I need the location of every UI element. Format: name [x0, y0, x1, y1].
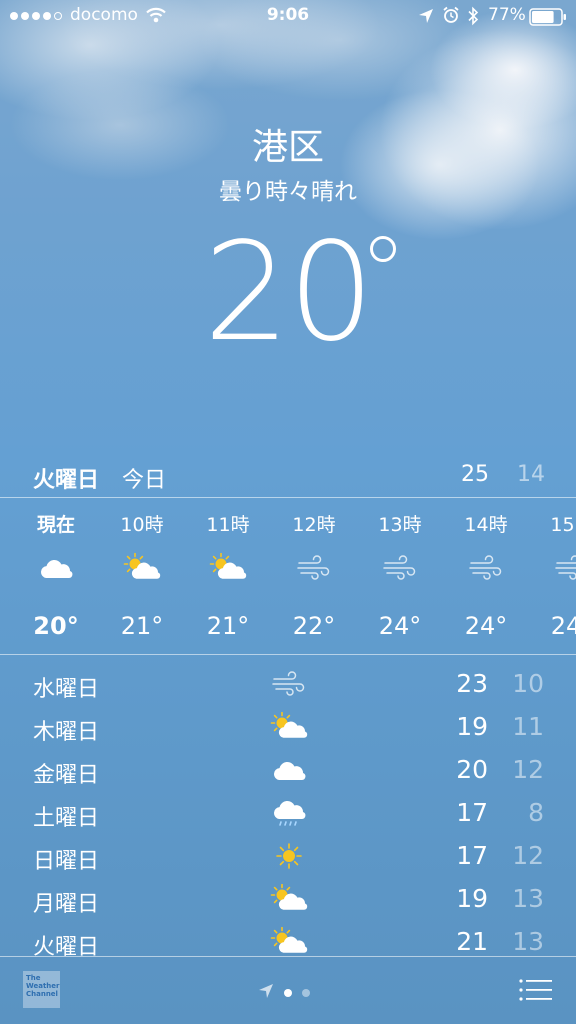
partly-sunny-icon — [209, 552, 247, 583]
hour-temp: 20° — [33, 612, 79, 640]
hour-temp: 24° — [464, 612, 508, 640]
day-low-temp: 13 — [512, 884, 544, 913]
current-temp-value: 20 — [203, 214, 374, 372]
daily-forecast[interactable]: 水曜日 23 10 木曜日 19 11 金曜日 20 12 土曜日 17 8 日… — [0, 663, 576, 960]
hourly-forecast[interactable]: 現在 20° 10時 21° 11時 21° 12時 22° 13時 24° 1… — [0, 498, 576, 654]
wind-icon — [295, 553, 333, 583]
day-name: 土曜日 — [33, 806, 100, 831]
degree-symbol — [370, 236, 396, 262]
hour-label: 15時 — [550, 514, 576, 536]
weather-screen: docomo 9:06 77% 港区 曇り時々晴れ 20 火曜日 今日 25 1… — [0, 0, 576, 1024]
day-name: 木曜日 — [33, 720, 100, 745]
hour-temp: 21° — [206, 612, 250, 640]
daily-row: 木曜日 19 11 — [0, 706, 576, 749]
hour-label: 12時 — [292, 514, 336, 536]
day-high-temp: 17 — [456, 798, 488, 827]
wind-icon — [467, 553, 505, 583]
day-high-temp: 20 — [456, 755, 488, 784]
wind-icon — [553, 553, 576, 583]
hour-label: 10時 — [120, 514, 164, 536]
sun-icon — [270, 841, 306, 871]
wind-icon — [381, 553, 419, 583]
daily-row: 金曜日 20 12 — [0, 749, 576, 792]
bottom-toolbar: The Weather Channel — [0, 957, 576, 1024]
wind-icon — [270, 669, 306, 699]
day-name: 月曜日 — [33, 892, 100, 917]
cloud-icon — [270, 755, 306, 785]
day-low-temp: 13 — [512, 927, 544, 956]
battery-percentage: 77% — [488, 5, 526, 25]
city-list-icon[interactable] — [519, 979, 553, 1005]
today-label: 今日 — [122, 468, 167, 493]
hour-temp: 24° — [550, 612, 576, 640]
day-high-temp: 21 — [456, 927, 488, 956]
day-low-temp: 12 — [512, 755, 544, 784]
day-low-temp: 10 — [512, 669, 544, 698]
day-name: 日曜日 — [33, 849, 100, 874]
day-low-temp: 12 — [512, 841, 544, 870]
day-high-temp: 19 — [456, 712, 488, 741]
day-low-temp: 8 — [528, 798, 544, 827]
alarm-clock-icon — [442, 6, 460, 29]
battery-icon — [529, 8, 567, 31]
weather-condition: 曇り時々晴れ — [219, 179, 357, 205]
day-name: 水曜日 — [33, 677, 100, 702]
partly-sunny-icon — [270, 711, 308, 742]
current-temperature: 20 — [0, 218, 576, 368]
today-summary-row: 火曜日 今日 25 14 — [0, 458, 576, 496]
hour-temp: 22° — [292, 612, 336, 640]
city-name: 港区 — [251, 127, 324, 168]
page-dot-active — [284, 989, 292, 997]
page-dot — [302, 989, 310, 997]
daily-row: 水曜日 23 10 — [0, 663, 576, 706]
daily-row: 土曜日 17 8 — [0, 792, 576, 835]
partly-sunny-icon — [270, 926, 308, 957]
day-high-temp: 23 — [456, 669, 488, 698]
today-day-name: 火曜日 — [33, 468, 100, 493]
hour-label: 現在 — [36, 514, 75, 536]
day-high-temp: 19 — [456, 884, 488, 913]
daily-row: 月曜日 19 13 — [0, 878, 576, 921]
bluetooth-icon — [467, 6, 479, 31]
page-indicator[interactable] — [258, 983, 310, 1003]
hour-temp: 24° — [378, 612, 422, 640]
divider-middle — [0, 654, 576, 655]
daily-row: 日曜日 17 12 — [0, 835, 576, 878]
hour-temp: 21° — [120, 612, 164, 640]
day-low-temp: 11 — [512, 712, 544, 741]
partly-sunny-icon — [123, 552, 161, 583]
hour-label: 14時 — [464, 514, 508, 536]
day-name: 金曜日 — [33, 763, 100, 788]
cloud-icon — [37, 553, 75, 583]
today-high-temp: 25 — [461, 462, 489, 487]
status-bar: docomo 9:06 77% — [0, 0, 576, 34]
current-location-icon — [258, 983, 274, 1003]
weather-channel-logo[interactable]: The Weather Channel — [23, 971, 60, 1008]
today-low-temp: 14 — [517, 462, 545, 487]
partly-sunny-icon — [270, 883, 308, 914]
rain-icon — [270, 798, 306, 828]
hour-label: 11時 — [206, 514, 250, 536]
hour-label: 13時 — [378, 514, 422, 536]
day-high-temp: 17 — [456, 841, 488, 870]
location-arrow-icon — [418, 8, 434, 29]
